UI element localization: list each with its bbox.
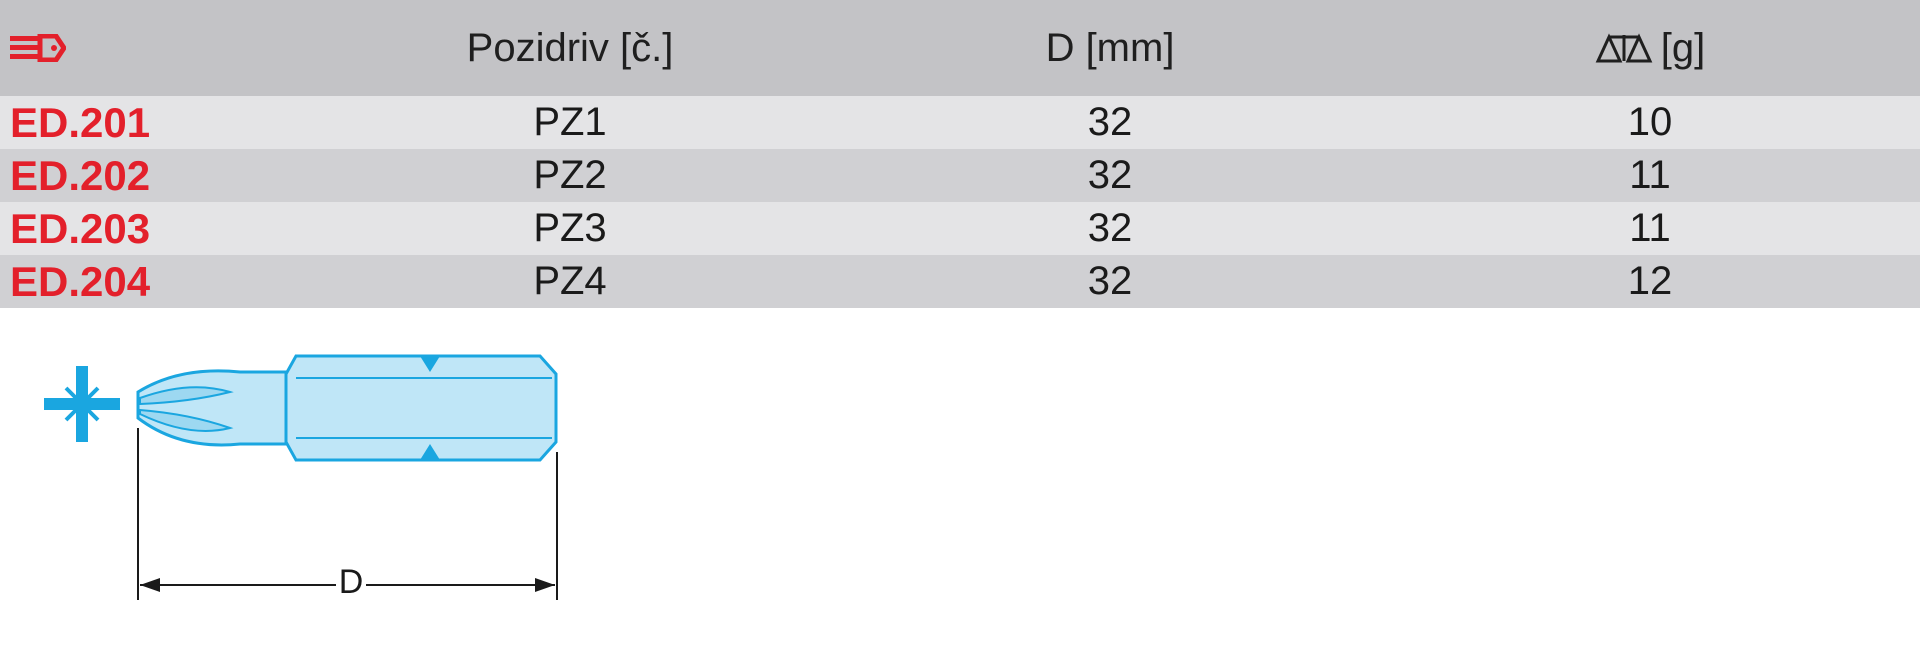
row-d: 32 xyxy=(1087,100,1133,144)
row-size: PZ3 xyxy=(533,206,607,250)
bit-drawing xyxy=(44,354,558,600)
row-ref: ED.203 xyxy=(10,204,151,252)
header-d: D [mm] xyxy=(1045,25,1175,70)
table-header: Pozidriv [č.] D [mm] [g] xyxy=(0,0,1920,96)
row-d: 32 xyxy=(1087,259,1133,303)
row-weight: 11 xyxy=(1629,153,1671,197)
pozidriv-cross-icon xyxy=(44,366,120,442)
header-weight-label: [g] xyxy=(1660,25,1706,70)
row-weight: 10 xyxy=(1627,100,1673,144)
row-size: PZ1 xyxy=(533,100,607,144)
header-weight: [g] xyxy=(1500,0,1800,96)
table-row: ED.201 PZ1 32 10 xyxy=(0,96,1920,149)
wrench-icon xyxy=(10,34,66,62)
table-row: ED.203 PZ3 32 11 xyxy=(0,202,1920,255)
row-d: 32 xyxy=(1087,153,1133,197)
header-pozidriv: Pozidriv [č.] xyxy=(466,25,674,70)
row-size: PZ2 xyxy=(533,153,607,197)
row-d: 32 xyxy=(1087,206,1133,250)
row-weight: 11 xyxy=(1629,206,1671,250)
spec-table: Pozidriv [č.] D [mm] [g] ED.201 PZ1 32 1… xyxy=(0,0,1920,308)
table-row: ED.202 PZ2 32 11 xyxy=(0,149,1920,202)
screwdriver-bit-icon xyxy=(136,354,558,462)
row-ref: ED.202 xyxy=(10,151,151,199)
scale-icon xyxy=(1595,33,1653,63)
dimension-label: D xyxy=(336,563,366,602)
row-weight: 12 xyxy=(1627,259,1673,303)
row-ref: ED.201 xyxy=(10,98,151,146)
